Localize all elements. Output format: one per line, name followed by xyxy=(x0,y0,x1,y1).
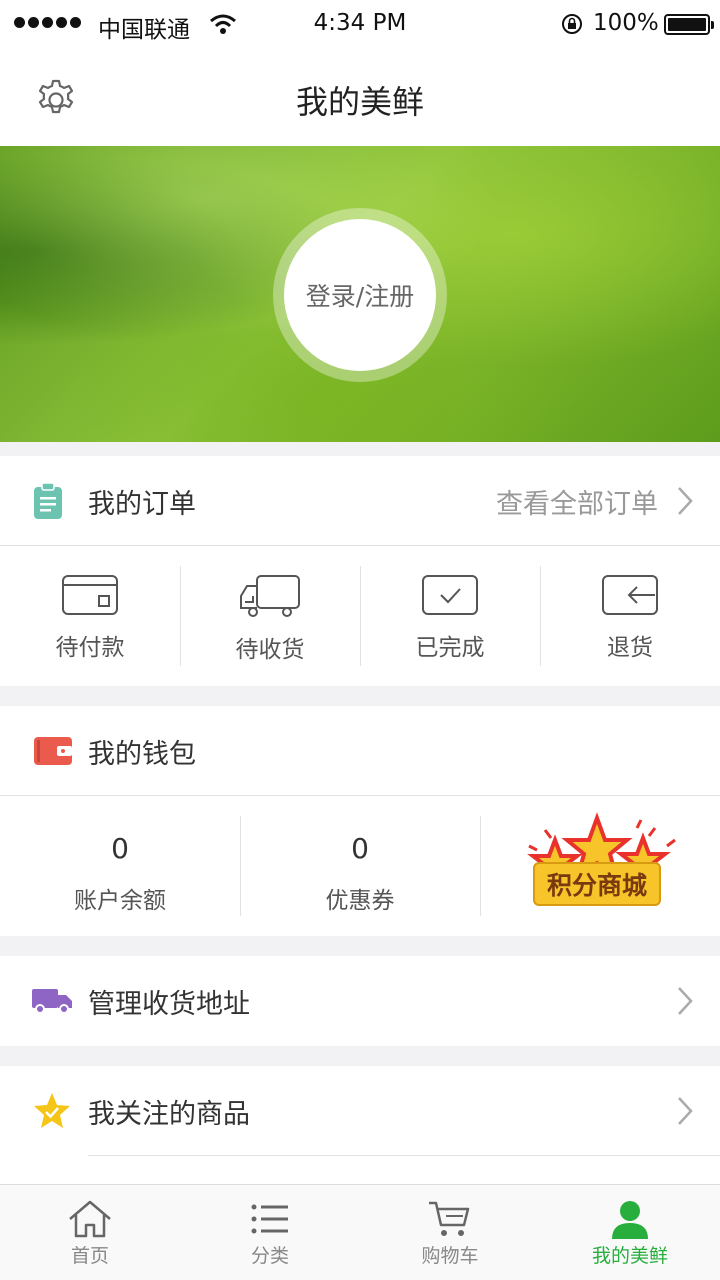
tab-bar: 首页 分类 购物车 我的美鲜 xyxy=(0,1184,720,1280)
favorites-row[interactable]: 我关注的商品 xyxy=(0,1066,720,1156)
favorites-label: 我关注的商品 xyxy=(88,1098,250,1130)
manage-address-label: 管理收货地址 xyxy=(88,988,250,1020)
card-icon xyxy=(62,575,118,615)
order-status-label: 已完成 xyxy=(415,635,485,661)
chevron-right-icon xyxy=(678,487,693,515)
tab-label: 分类 xyxy=(250,1245,289,1267)
page-title: 我的美鲜 xyxy=(295,83,424,121)
tab-my-meixian[interactable]: 我的美鲜 xyxy=(540,1185,720,1280)
tab-categories[interactable]: 分类 xyxy=(180,1185,360,1280)
chevron-right-icon xyxy=(678,987,693,1015)
order-pending-payment[interactable]: 待付款 xyxy=(0,546,180,686)
order-status-grid: 待付款 待收货 已完成 退货 xyxy=(0,546,720,686)
order-completed[interactable]: 已完成 xyxy=(360,546,540,686)
order-returns[interactable]: 退货 xyxy=(540,546,720,686)
wallet-title: 我的钱包 xyxy=(88,738,196,770)
login-register-button[interactable]: 登录/注册 xyxy=(284,219,436,371)
status-bar: 中国联通 4:34 PM 100% xyxy=(0,0,720,50)
balance-label: 账户余额 xyxy=(74,888,166,914)
user-icon xyxy=(612,1201,648,1239)
truck-icon xyxy=(240,575,300,617)
tab-label: 我的美鲜 xyxy=(591,1245,668,1267)
manage-address-row[interactable]: 管理收货地址 xyxy=(0,956,720,1046)
coupon-value: 0 xyxy=(351,832,369,865)
battery-percent: 100% xyxy=(593,10,659,36)
tab-label: 首页 xyxy=(70,1245,109,1267)
wallet-icon xyxy=(34,737,72,765)
wallet-header-row[interactable]: 我的钱包 xyxy=(0,706,720,796)
check-box-icon xyxy=(422,575,478,615)
tab-cart[interactable]: 购物车 xyxy=(360,1185,540,1280)
nav-bar: 我的美鲜 xyxy=(0,50,720,146)
chevron-right-icon xyxy=(678,1097,693,1125)
order-status-label: 待付款 xyxy=(55,635,125,661)
account-balance[interactable]: 0 账户余额 xyxy=(0,796,240,936)
tab-label: 购物车 xyxy=(421,1245,479,1267)
orders-title: 我的订单 xyxy=(88,488,196,520)
points-mall[interactable]: 积分商城 xyxy=(480,796,720,936)
order-status-label: 待收货 xyxy=(235,637,305,663)
view-all-orders-link[interactable]: 查看全部订单 xyxy=(496,482,658,521)
orders-header-row[interactable]: 我的订单 查看全部订单 xyxy=(0,456,720,546)
return-icon xyxy=(602,575,658,615)
list-icon xyxy=(251,1204,288,1234)
profile-banner: 登录/注册 xyxy=(0,146,720,442)
coupon-label: 优惠券 xyxy=(325,888,395,914)
cart-icon xyxy=(429,1201,470,1236)
wallet-grid: 0 账户余额 0 优惠券 积分商城 xyxy=(0,796,720,936)
star-icon xyxy=(34,1093,70,1128)
coupons[interactable]: 0 优惠券 xyxy=(240,796,480,936)
points-mall-badge[interactable]: 积分商城 xyxy=(515,810,685,920)
tab-home[interactable]: 首页 xyxy=(0,1185,180,1280)
rotation-lock-icon xyxy=(562,14,582,34)
delivery-truck-icon xyxy=(32,989,72,1014)
balance-value: 0 xyxy=(111,832,129,865)
home-icon xyxy=(69,1200,111,1238)
order-status-label: 退货 xyxy=(607,635,653,661)
order-pending-delivery[interactable]: 待收货 xyxy=(180,546,360,686)
battery-icon xyxy=(664,14,714,35)
points-mall-label: 积分商城 xyxy=(533,862,661,906)
clipboard-icon xyxy=(34,482,62,519)
divider xyxy=(88,1155,720,1156)
